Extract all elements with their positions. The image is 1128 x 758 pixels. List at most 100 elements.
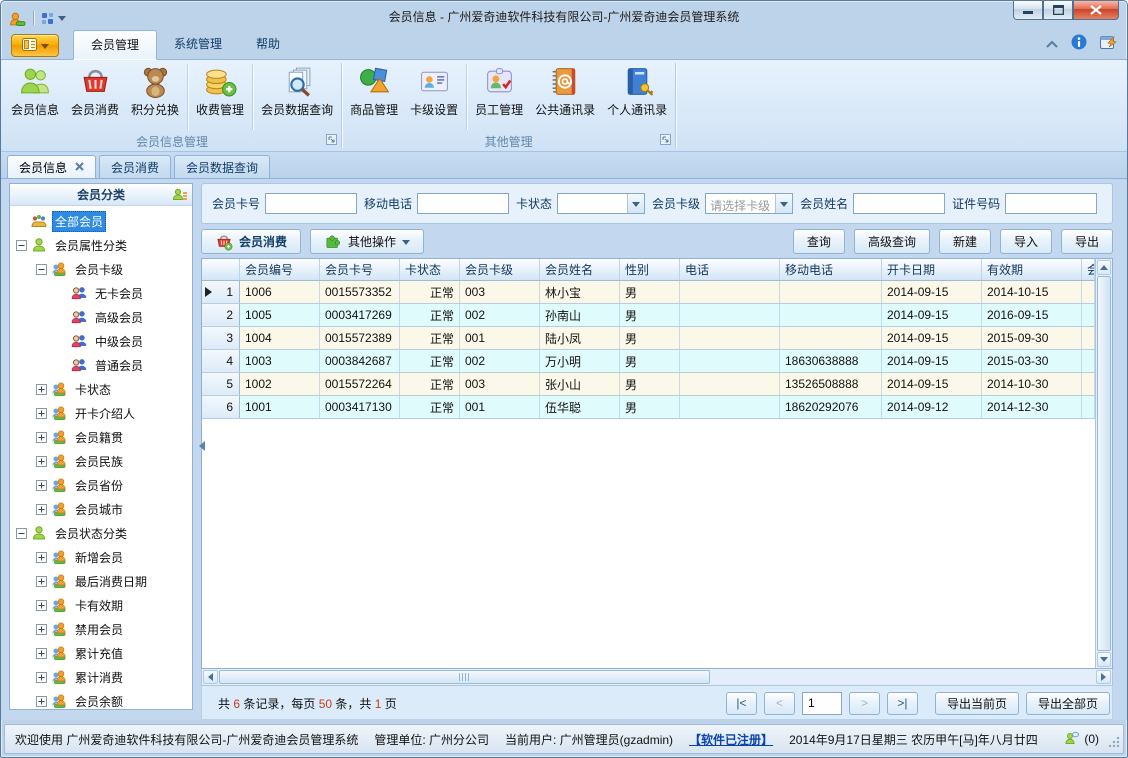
member-consume-action-button[interactable]: 会员消费 (201, 229, 302, 254)
plus-expander-icon[interactable] (36, 599, 47, 611)
tree-item-member-balance[interactable]: 会员余额 (10, 689, 192, 709)
table-row[interactable]: 2 1005 0003417269 正常 002 孙南山男 2014-09-15 2016-0… (202, 304, 1095, 327)
dialog-launcher-icon[interactable] (660, 134, 672, 148)
scroll-up-icon[interactable] (1097, 260, 1111, 275)
quick-access-button[interactable] (41, 11, 66, 25)
new-button[interactable]: 新建 (938, 229, 991, 254)
doc-tab-member-data-query[interactable]: 会员数据查询 (174, 155, 271, 178)
tree-item-middle-member[interactable]: 中级会员 (10, 329, 192, 353)
tree-item-member-card-level[interactable]: 会员卡级 (10, 257, 192, 281)
sidebar-splitter[interactable] (193, 183, 205, 720)
mobile-field[interactable] (417, 193, 510, 214)
horizontal-scroll-thumb[interactable] (219, 670, 710, 684)
collapse-ribbon-icon[interactable] (1046, 37, 1058, 51)
page-input[interactable] (801, 691, 842, 715)
ribbon-tab-member-mgmt[interactable]: 会员管理 (73, 30, 158, 60)
import-button[interactable]: 导入 (999, 229, 1052, 254)
column-header-2[interactable]: 会员卡号 (320, 259, 400, 280)
column-header-10[interactable]: 有效期 (982, 259, 1082, 280)
plus-expander-icon[interactable] (36, 455, 47, 467)
plus-expander-icon[interactable] (36, 695, 47, 707)
scroll-right-icon[interactable] (1096, 670, 1111, 684)
tree-item-member-birthplace[interactable]: 会员籍贯 (10, 425, 192, 449)
next-page-button[interactable]: > (848, 691, 880, 715)
table-row[interactable]: 4 1003 0003842687 正常 002 万小明男 18630638888 2014-… (202, 350, 1095, 373)
registered-link[interactable]: 【软件已注册】 (689, 731, 773, 748)
combo-dropdown-icon[interactable] (775, 194, 793, 213)
info-icon[interactable] (1071, 34, 1087, 53)
plus-expander-icon[interactable] (36, 551, 47, 563)
plus-expander-icon[interactable] (36, 575, 47, 587)
export-button[interactable]: 导出 (1060, 229, 1113, 254)
member-consume-button[interactable]: 会员消费 (65, 61, 125, 133)
tree-item-last-consume-date[interactable]: 最后消费日期 (10, 569, 192, 593)
plus-expander-icon[interactable] (36, 647, 47, 659)
personal-contacts-button[interactable]: 个人通讯录 (601, 61, 673, 133)
application-menu-button[interactable] (11, 34, 59, 57)
card-level-button[interactable]: 卡级设置 (404, 61, 464, 133)
plus-expander-icon[interactable] (36, 479, 47, 491)
scroll-down-icon[interactable] (1097, 652, 1111, 667)
prev-page-button[interactable]: < (763, 691, 795, 715)
tree-item-normal-member[interactable]: 普通会员 (10, 353, 192, 377)
card-status-combo[interactable] (557, 193, 646, 214)
column-header-4[interactable]: 会员卡级 (460, 259, 540, 280)
tree-item-member-province[interactable]: 会员省份 (10, 473, 192, 497)
tab-close-icon[interactable] (75, 160, 84, 174)
fee-mgmt-button[interactable]: 收费管理 (190, 61, 250, 133)
column-header-8[interactable]: 移动电话 (780, 259, 882, 280)
plus-expander-icon[interactable] (36, 407, 47, 419)
doc-tab-member-consume[interactable]: 会员消费 (99, 155, 172, 178)
tree-item-senior-member[interactable]: 高级会员 (10, 305, 192, 329)
category-settings-icon[interactable] (172, 187, 188, 206)
close-button[interactable] (1073, 1, 1119, 20)
horizontal-scrollbar[interactable] (201, 669, 1113, 686)
last-page-button[interactable]: >| (886, 691, 918, 715)
messages-icon[interactable] (1064, 731, 1080, 748)
tree-item-card-introducer[interactable]: 开卡介绍人 (10, 401, 192, 425)
tree-item-card-validity[interactable]: 卡有效期 (10, 593, 192, 617)
vertical-scroll-thumb[interactable] (1097, 276, 1111, 651)
tree-item-all-members[interactable]: 全部会员 (10, 209, 192, 233)
tree-item-new-members[interactable]: 新增会员 (10, 545, 192, 569)
combo-dropdown-icon[interactable] (627, 194, 645, 213)
minus-expander-icon[interactable] (16, 527, 27, 539)
tree-item-disabled-members[interactable]: 禁用会员 (10, 617, 192, 641)
table-row[interactable]: 5 1002 0015572264 正常 003 张小山男 13526508888 2014-… (202, 373, 1095, 396)
staff-mgmt-button[interactable]: 员工管理 (469, 61, 529, 133)
column-header-6[interactable]: 性别 (620, 259, 680, 280)
id-number-field[interactable] (1005, 193, 1098, 214)
goods-mgmt-button[interactable]: 商品管理 (344, 61, 404, 133)
points-exchange-button[interactable]: 积分兑换 (125, 61, 185, 133)
resize-grip[interactable] (1108, 736, 1120, 750)
plus-expander-icon[interactable] (36, 623, 47, 635)
member-name-field[interactable] (853, 193, 946, 214)
plus-expander-icon[interactable] (36, 383, 47, 395)
table-row[interactable]: 6 1001 0003417130 正常 001 伍华聪男 18620292076 2014-… (202, 396, 1095, 419)
other-actions-button[interactable]: 其他操作 (310, 229, 425, 254)
card-level-combo[interactable]: 请选择卡级 (705, 193, 794, 214)
ribbon-tab-system-mgmt[interactable]: 系统管理 (157, 30, 239, 59)
column-header-1[interactable]: 会员编号 (240, 259, 320, 280)
minus-expander-icon[interactable] (16, 239, 27, 251)
column-header-9[interactable]: 开卡日期 (882, 259, 982, 280)
member-card-no-field[interactable] (265, 193, 358, 214)
tree-item-member-city[interactable]: 会员城市 (10, 497, 192, 521)
dialog-launcher-icon[interactable] (326, 134, 338, 148)
ribbon-tab-help[interactable]: 帮助 (239, 30, 297, 59)
plus-expander-icon[interactable] (36, 671, 47, 683)
column-header-11[interactable]: 会员 (1082, 259, 1095, 280)
member-data-query-button[interactable]: 会员数据查询 (255, 61, 339, 133)
plus-expander-icon[interactable] (36, 503, 47, 515)
table-row[interactable]: 1 1006 0015573352 正常 003 林小宝男 2014-09-15 2014-1… (202, 281, 1095, 304)
tree-item-card-status[interactable]: 卡状态 (10, 377, 192, 401)
public-contacts-button[interactable]: 公共通讯录 (529, 61, 601, 133)
export-all-pages-button[interactable]: 导出全部页 (1025, 691, 1110, 715)
scroll-left-icon[interactable] (203, 670, 218, 684)
tree-item-member-ethnicity[interactable]: 会员民族 (10, 449, 192, 473)
advanced-query-button[interactable]: 高级查询 (853, 229, 930, 254)
plus-expander-icon[interactable] (36, 431, 47, 443)
tree-item-no-card-member[interactable]: 无卡会员 (10, 281, 192, 305)
tree-item-member-attribute-category[interactable]: 会员属性分类 (10, 233, 192, 257)
column-header-5[interactable]: 会员姓名 (540, 259, 620, 280)
